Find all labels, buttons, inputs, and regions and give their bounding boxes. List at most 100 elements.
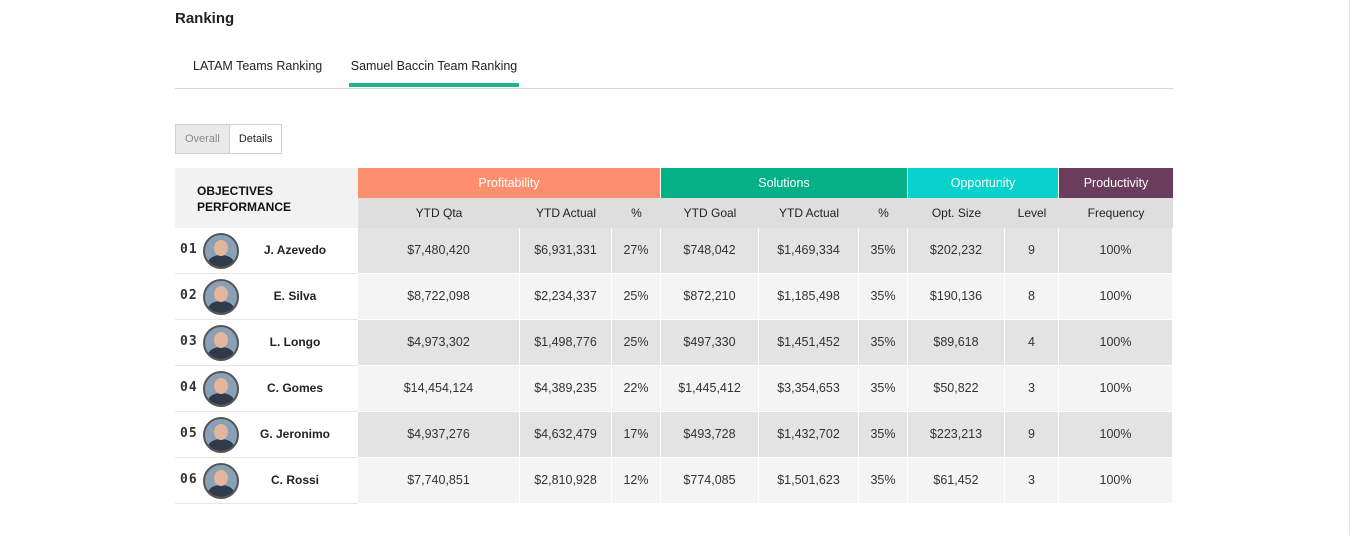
details-toggle-button[interactable]: Details	[229, 125, 282, 153]
user-name: J. Azevedo	[263, 243, 327, 257]
value-cell: $1,451,452	[759, 320, 859, 365]
value-cell: $4,389,235	[520, 366, 612, 411]
table-row: 04 C. Gomes $14,454,124 $4,389,235 22% $1,445…	[175, 366, 1173, 412]
group-header-solutions: Solutions	[661, 168, 907, 198]
user-cell: 03 L. Longo	[175, 320, 358, 366]
table-row: 01 J. Azevedo $7,480,420 $6,931,331 27% $748,…	[175, 228, 1173, 274]
avatar	[203, 371, 239, 407]
column-header: YTD Qta	[358, 198, 520, 228]
value-cell: 100%	[1059, 412, 1173, 457]
table-row: 03 L. Longo $4,973,302 $1,498,776 25% $497,33…	[175, 320, 1173, 366]
value-cell: 22%	[612, 366, 661, 411]
value-cell: 100%	[1059, 274, 1173, 319]
value-cell: $497,330	[661, 320, 759, 365]
column-header: YTD Actual	[520, 198, 612, 228]
value-cell: $4,937,276	[358, 412, 520, 457]
rank-number: 03	[180, 334, 198, 349]
value-cell: $14,454,124	[358, 366, 520, 411]
value-cell: $202,232	[908, 228, 1005, 273]
value-cell: 25%	[612, 274, 661, 319]
value-cell: $223,213	[908, 412, 1005, 457]
value-cell: 35%	[859, 412, 908, 457]
row-divider	[358, 503, 1173, 504]
avatar-face	[214, 378, 228, 394]
objectives-header: OBJECTIVES PERFORMANCE	[175, 168, 358, 228]
value-cell: $7,480,420	[358, 228, 520, 273]
value-cell: 100%	[1059, 320, 1173, 365]
tab-team-ranking[interactable]: Samuel Baccin Team Ranking	[349, 50, 519, 87]
group-header-productivity: Productivity	[1059, 168, 1173, 198]
user-name: C. Gomes	[266, 381, 323, 395]
value-cell: 35%	[859, 228, 908, 273]
value-cell: $50,822	[908, 366, 1005, 411]
value-cell: $872,210	[661, 274, 759, 319]
value-cell: 35%	[859, 366, 908, 411]
value-cell: 27%	[612, 228, 661, 273]
user-cell: 02 E. Silva	[175, 274, 358, 320]
value-cell: $61,452	[908, 458, 1005, 503]
value-cell: 35%	[859, 458, 908, 503]
view-toggle: Overall Details	[175, 124, 283, 154]
avatar	[203, 279, 239, 315]
user-name: C. Rossi	[270, 473, 319, 487]
value-cell: $493,728	[661, 412, 759, 457]
value-cell: $3,354,653	[759, 366, 859, 411]
value-cell: 100%	[1059, 228, 1173, 273]
avatar-body	[208, 301, 234, 313]
value-cell: $7,740,851	[358, 458, 520, 503]
column-header: %	[859, 198, 908, 228]
rank-number: 06	[180, 472, 198, 487]
tab-bar: LATAM Teams Ranking Samuel Baccin Team R…	[175, 50, 1174, 89]
avatar-face	[214, 424, 228, 440]
avatar	[203, 233, 239, 269]
value-cell: 4	[1005, 320, 1059, 365]
value-cell: $4,973,302	[358, 320, 520, 365]
user-name: G. Jeronimo	[259, 427, 330, 441]
user-cell: 05 G. Jeronimo	[175, 412, 358, 458]
value-cell: 12%	[612, 458, 661, 503]
value-cell: 35%	[859, 320, 908, 365]
group-header-profitability: Profitability	[358, 168, 660, 198]
column-header: YTD Actual	[759, 198, 859, 228]
column-header: YTD Goal	[661, 198, 759, 228]
value-cell: 100%	[1059, 366, 1173, 411]
avatar-body	[208, 439, 234, 451]
rank-number: 02	[180, 288, 198, 303]
value-cell: $1,185,498	[759, 274, 859, 319]
rank-number: 01	[180, 242, 198, 257]
avatar-face	[214, 470, 228, 486]
value-cell: $748,042	[661, 228, 759, 273]
value-cell: 3	[1005, 366, 1059, 411]
rank-number: 04	[180, 380, 198, 395]
tab-latam-teams-ranking[interactable]: LATAM Teams Ranking	[193, 50, 323, 86]
value-cell: 9	[1005, 412, 1059, 457]
overall-toggle-button[interactable]: Overall	[176, 125, 230, 153]
user-cell: 01 J. Azevedo	[175, 228, 358, 274]
value-cell: $2,810,928	[520, 458, 612, 503]
value-cell: $6,931,331	[520, 228, 612, 273]
value-cell: $1,501,623	[759, 458, 859, 503]
avatar-body	[208, 485, 234, 497]
value-cell: $8,722,098	[358, 274, 520, 319]
value-cell: $89,618	[908, 320, 1005, 365]
column-header: %	[612, 198, 661, 228]
value-cell: $1,432,702	[759, 412, 859, 457]
user-name: L. Longo	[269, 335, 321, 349]
avatar	[203, 325, 239, 361]
page-title: Ranking	[175, 10, 235, 27]
value-cell: $2,234,337	[520, 274, 612, 319]
value-cell: 3	[1005, 458, 1059, 503]
table-row: 05 G. Jeronimo $4,937,276 $4,632,479 17% $493…	[175, 412, 1173, 458]
value-cell: $1,469,334	[759, 228, 859, 273]
column-header: Frequency	[1059, 198, 1173, 228]
value-cell: $190,136	[908, 274, 1005, 319]
table-row: 02 E. Silva $8,722,098 $2,234,337 25% $872,21…	[175, 274, 1173, 320]
value-cell: 8	[1005, 274, 1059, 319]
avatar-body	[208, 393, 234, 405]
objectives-performance-title: OBJECTIVES PERFORMANCE	[197, 184, 292, 214]
avatar-face	[214, 332, 228, 348]
column-header: Opt. Size	[908, 198, 1005, 228]
value-cell: 17%	[612, 412, 661, 457]
avatar-body	[208, 347, 234, 359]
user-cell: 06 C. Rossi	[175, 458, 358, 504]
